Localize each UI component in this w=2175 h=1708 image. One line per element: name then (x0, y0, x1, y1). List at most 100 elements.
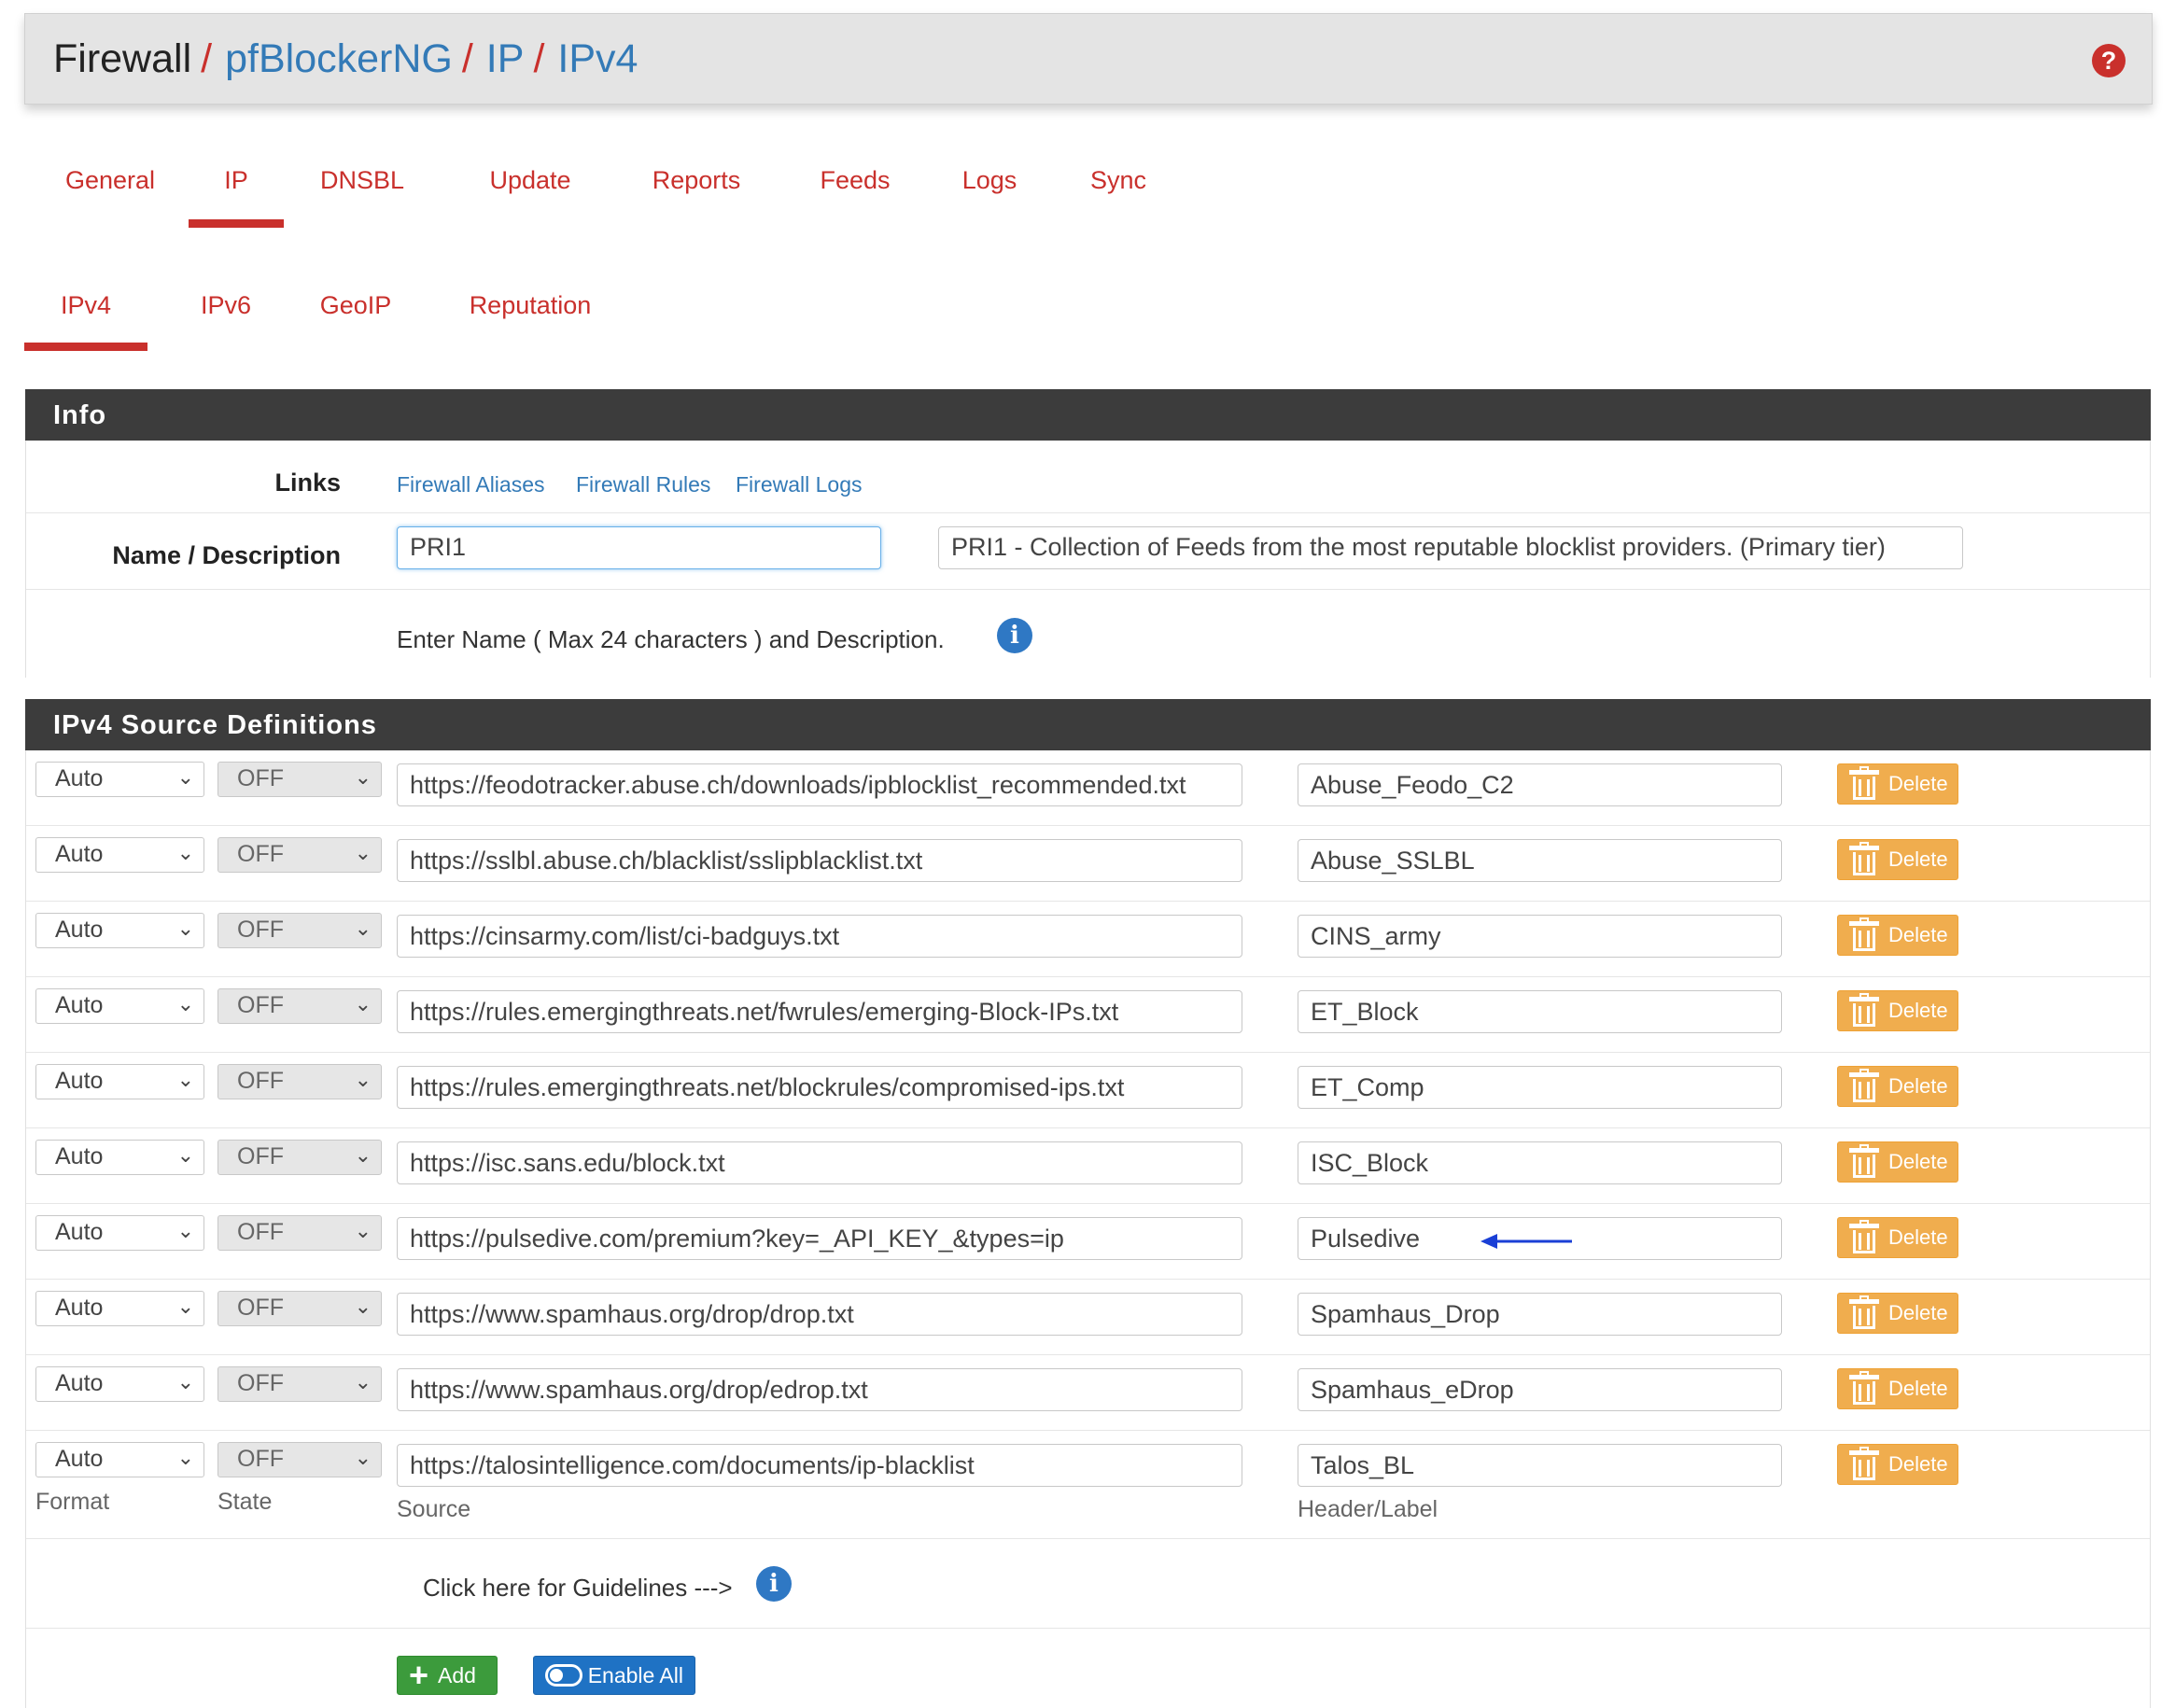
format-select-value: Auto (55, 917, 104, 943)
source-row: Auto ⌄ OFF ⌄ https://rules.emergingthreats.n… (26, 1053, 2150, 1128)
format-select[interactable]: Auto ⌄ (35, 762, 204, 797)
trash-icon (1849, 1144, 1879, 1178)
state-select-value: OFF (237, 1219, 284, 1245)
tab-reputation[interactable]: Reputation (446, 265, 614, 351)
source-url-input[interactable]: https://rules.emergingthreats.net/fwrule… (397, 990, 1242, 1033)
delete-button[interactable]: Delete (1837, 1444, 1958, 1485)
trash-icon (1849, 1220, 1879, 1253)
breadcrumb-separator: / (533, 36, 545, 81)
tab-update[interactable]: Update (474, 140, 586, 228)
source-url-input[interactable]: https://pulsedive.com/premium?key=_API_K… (397, 1217, 1242, 1260)
guidelines-text: Click here for Guidelines ---> (423, 1574, 733, 1602)
question-circle-icon[interactable]: ? (2092, 44, 2126, 77)
state-select-value: OFF (237, 917, 284, 943)
tab-ipv6[interactable]: IPv6 (179, 265, 273, 351)
trash-icon (1849, 1447, 1879, 1480)
tab-feeds[interactable]: Feeds (799, 140, 911, 228)
tab-ip[interactable]: IP (189, 140, 284, 228)
state-select[interactable]: OFF ⌄ (218, 1215, 382, 1251)
format-select[interactable]: Auto ⌄ (35, 1215, 204, 1251)
format-select[interactable]: Auto ⌄ (35, 913, 204, 948)
firewall-logs-link[interactable]: Firewall Logs (736, 472, 863, 497)
chevron-down-icon: ⌄ (176, 992, 194, 1015)
delete-button[interactable]: Delete (1837, 763, 1958, 805)
format-select[interactable]: Auto ⌄ (35, 1140, 204, 1175)
add-button[interactable]: + Add (397, 1656, 498, 1695)
tab-geoip[interactable]: GeoIP (304, 265, 407, 351)
header-label-input[interactable]: Spamhaus_Drop (1298, 1293, 1782, 1336)
state-select[interactable]: OFF ⌄ (218, 837, 382, 873)
state-select[interactable]: OFF ⌄ (218, 913, 382, 948)
header-label-input[interactable]: CINS_army (1298, 915, 1782, 958)
header-label-input[interactable]: Spamhaus_eDrop (1298, 1368, 1782, 1411)
firewall-rules-link[interactable]: Firewall Rules (576, 472, 710, 497)
header-label-input[interactable]: Talos_BL (1298, 1444, 1782, 1487)
chevron-down-icon: ⌄ (176, 1370, 194, 1393)
state-select-value: OFF (237, 1446, 284, 1472)
delete-button[interactable]: Delete (1837, 1141, 1958, 1183)
delete-button[interactable]: Delete (1837, 1368, 1958, 1409)
delete-button[interactable]: Delete (1837, 1217, 1958, 1258)
header-label-input[interactable]: Abuse_Feodo_C2 (1298, 763, 1782, 806)
header-label-input[interactable]: ET_Comp (1298, 1066, 1782, 1109)
state-select[interactable]: OFF ⌄ (218, 762, 382, 797)
breadcrumb-ip[interactable]: IP (486, 36, 525, 81)
format-select[interactable]: Auto ⌄ (35, 1064, 204, 1099)
source-url-input[interactable]: https://isc.sans.edu/block.txt (397, 1141, 1242, 1184)
state-select[interactable]: OFF ⌄ (218, 1366, 382, 1402)
state-select[interactable]: OFF ⌄ (218, 1064, 382, 1099)
format-select[interactable]: Auto ⌄ (35, 988, 204, 1024)
tab-dnsbl[interactable]: DNSBL (311, 140, 414, 228)
tab-reports[interactable]: Reports (631, 140, 762, 228)
delete-button-label: Delete (1888, 1150, 1948, 1173)
tab-ipv4[interactable]: IPv4 (24, 265, 147, 351)
delete-button[interactable]: Delete (1837, 839, 1958, 880)
chevron-down-icon: ⌄ (354, 765, 372, 789)
source-url-input[interactable]: https://rules.emergingthreats.net/blockr… (397, 1066, 1242, 1109)
source-url-input[interactable]: https://talosintelligence.com/documents/… (397, 1444, 1242, 1487)
header-label-input[interactable]: Abuse_SSLBL (1298, 839, 1782, 882)
name-input[interactable]: PRI1 (397, 526, 881, 569)
delete-button[interactable]: Delete (1837, 915, 1958, 956)
source-row: Auto ⌄ OFF ⌄ https://rules.emergingthreats.n… (26, 977, 2150, 1053)
source-url-input[interactable]: https://www.spamhaus.org/drop/drop.txt (397, 1293, 1242, 1336)
source-url-input[interactable]: https://sslbl.abuse.ch/blacklist/sslipbl… (397, 839, 1242, 882)
firewall-aliases-link[interactable]: Firewall Aliases (397, 472, 545, 497)
info-icon[interactable]: i (997, 618, 1032, 653)
tab-general[interactable]: General (58, 140, 162, 228)
format-select-value: Auto (55, 1068, 104, 1094)
source-definitions-heading: IPv4 Source Definitions (25, 699, 2151, 750)
source-row: Auto ⌄ OFF ⌄ https://feodotracker.abuse.ch/d… (26, 750, 2150, 826)
links-label: Links (274, 469, 341, 497)
state-select[interactable]: OFF ⌄ (218, 988, 382, 1024)
state-select[interactable]: OFF ⌄ (218, 1140, 382, 1175)
guidelines-info-icon[interactable]: i (756, 1566, 792, 1602)
format-select[interactable]: Auto ⌄ (35, 1442, 204, 1477)
description-input[interactable]: PRI1 - Collection of Feeds from the most… (938, 526, 1963, 569)
header-label-input[interactable]: ISC_Block (1298, 1141, 1782, 1184)
state-select[interactable]: OFF ⌄ (218, 1442, 382, 1477)
format-select[interactable]: Auto ⌄ (35, 837, 204, 873)
breadcrumb-ipv4[interactable]: IPv4 (557, 36, 638, 81)
state-select[interactable]: OFF ⌄ (218, 1291, 382, 1326)
source-url-input[interactable]: https://www.spamhaus.org/drop/edrop.txt (397, 1368, 1242, 1411)
tab-sync[interactable]: Sync (1072, 140, 1165, 228)
delete-button[interactable]: Delete (1837, 990, 1958, 1031)
source-url-input[interactable]: https://feodotracker.abuse.ch/downloads/… (397, 763, 1242, 806)
name-help-row: Enter Name ( Max 24 characters ) and Des… (26, 590, 2150, 678)
delete-button[interactable]: Delete (1837, 1066, 1958, 1107)
source-url-input[interactable]: https://cinsarmy.com/list/ci-badguys.txt (397, 915, 1242, 958)
header-label-input[interactable]: ET_Block (1298, 990, 1782, 1033)
format-select[interactable]: Auto ⌄ (35, 1291, 204, 1326)
trash-icon (1849, 1069, 1879, 1102)
breadcrumb-pfblockerng[interactable]: pfBlockerNG (225, 36, 453, 81)
format-select-value: Auto (55, 1295, 104, 1321)
enable-all-button[interactable]: Enable All (533, 1656, 695, 1695)
chevron-down-icon: ⌄ (354, 1370, 372, 1393)
chevron-down-icon: ⌄ (354, 917, 372, 940)
format-select[interactable]: Auto ⌄ (35, 1366, 204, 1402)
tab-logs[interactable]: Logs (943, 140, 1036, 228)
chevron-down-icon: ⌄ (176, 1068, 194, 1091)
delete-button[interactable]: Delete (1837, 1293, 1958, 1334)
annotation-arrow-icon (1480, 1234, 1572, 1249)
